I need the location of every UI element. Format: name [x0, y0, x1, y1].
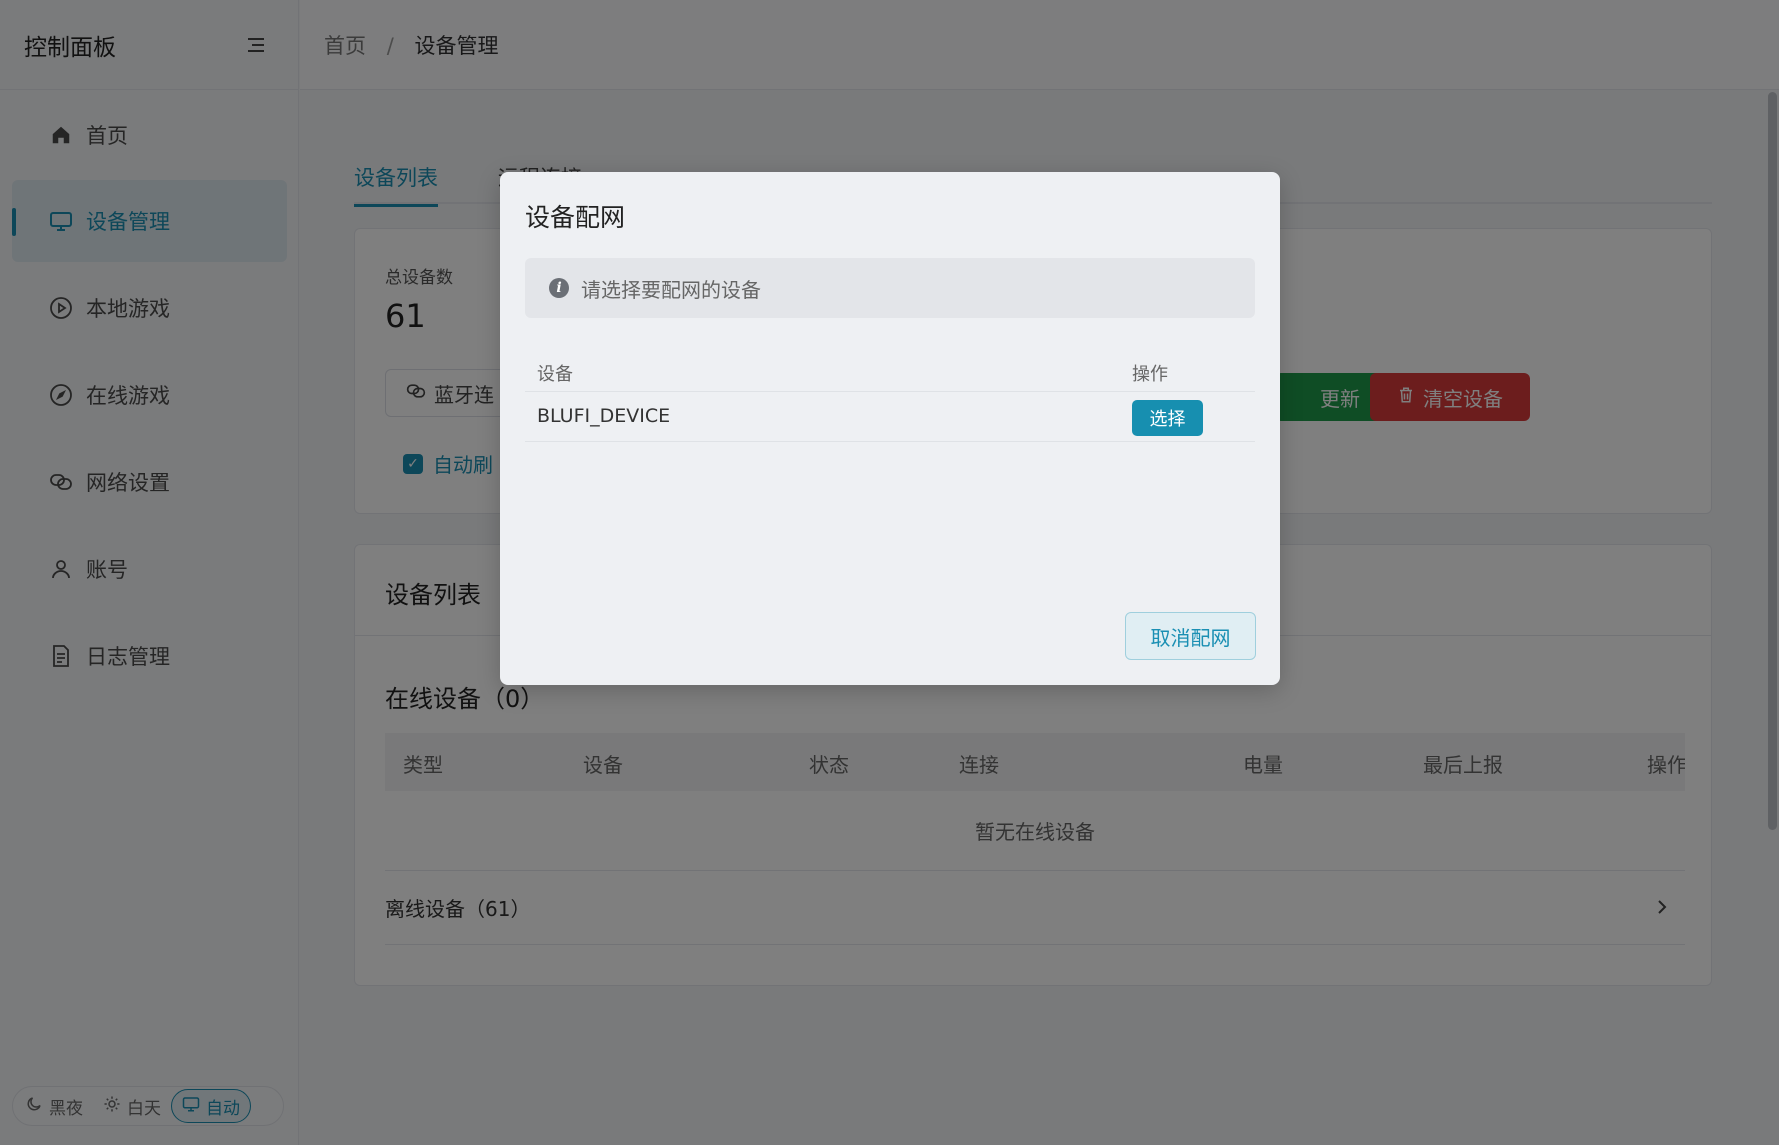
- alert-text: 请选择要配网的设备: [581, 277, 761, 302]
- dialog-table-header: 设备 操作: [525, 348, 1255, 392]
- device-name: BLUFI_DEVICE: [537, 405, 671, 427]
- info-alert: i 请选择要配网的设备: [525, 258, 1255, 318]
- column-header: 设备: [537, 364, 573, 385]
- dialog-title: 设备配网: [525, 203, 626, 232]
- table-row: BLUFI_DEVICE 选择: [525, 392, 1255, 442]
- column-header: 操作: [1132, 364, 1168, 385]
- device-provisioning-dialog: 设备配网 i 请选择要配网的设备 设备 操作 BLUFI_DEVICE 选择 取…: [500, 172, 1280, 685]
- info-icon: i: [549, 278, 569, 298]
- cancel-label: 取消配网: [1150, 625, 1231, 650]
- select-device-button[interactable]: 选择: [1132, 400, 1203, 436]
- select-label: 选择: [1149, 409, 1186, 430]
- cancel-provisioning-button[interactable]: 取消配网: [1125, 612, 1256, 660]
